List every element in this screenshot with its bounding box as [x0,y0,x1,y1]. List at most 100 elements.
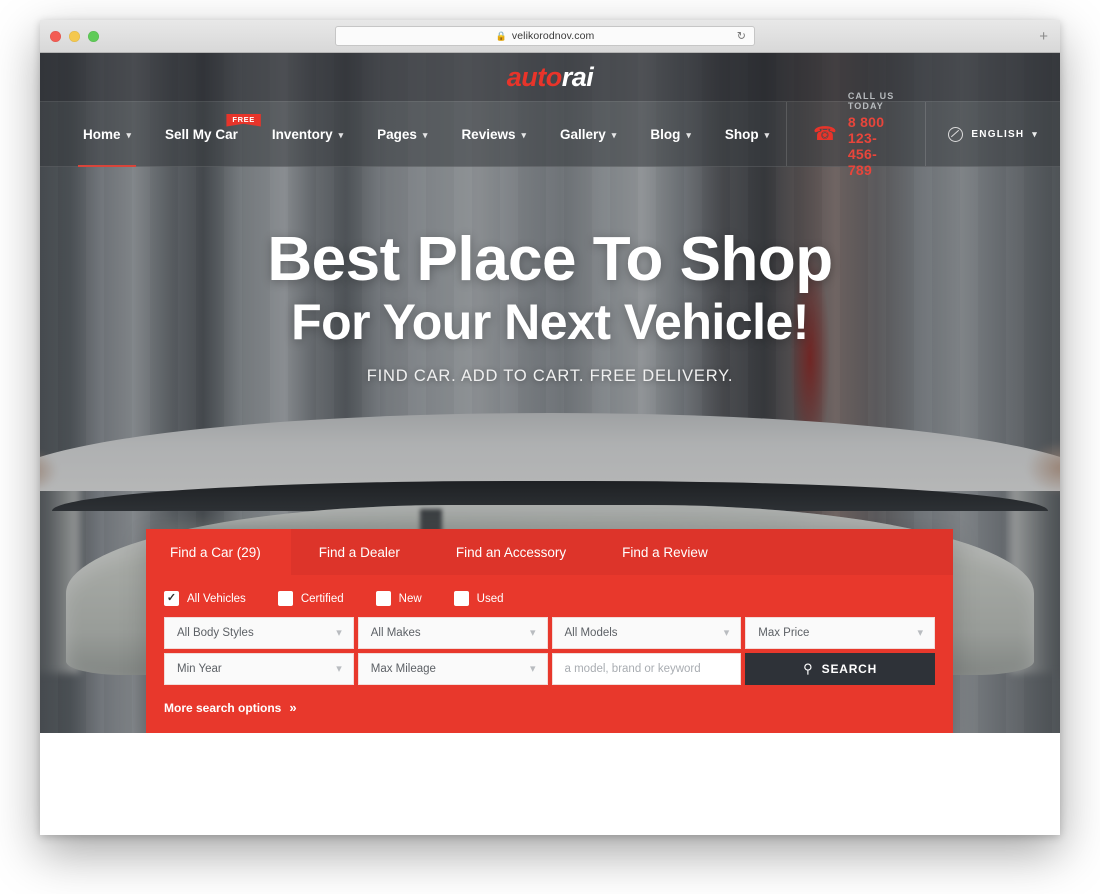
nav-item-inventory[interactable]: Inventory ▾ [255,101,360,167]
keyword-search-input[interactable]: a model, brand or keyword [551,653,742,685]
select-make[interactable]: All Makes ▾ [357,617,548,649]
browser-titlebar: 🔒 velikorodnov.com ↻ + [40,20,1060,53]
nav-item-label: Home [83,126,121,142]
chevron-down-icon: ▾ [336,626,342,639]
check-icon: ✓ [166,592,177,604]
nav-item-label: Blog [650,126,681,142]
address-bar[interactable]: 🔒 velikorodnov.com ↻ [335,26,755,46]
select-max-price[interactable]: Max Price ▾ [745,617,935,649]
select-body-style[interactable]: All Body Styles ▾ [164,617,354,649]
nav-item-label: Gallery [560,126,606,142]
hero-section: autorai Home ▾ Sell My Car FREE Inventor… [40,53,1060,733]
vehicle-search-panel: Find a Car (29) Find a Dealer Find an Ac… [146,529,953,733]
select-max-mileage[interactable]: Max Mileage ▾ [357,653,548,685]
nav-item-label: Inventory [271,126,333,142]
checkbox-box[interactable]: ✓ [164,591,179,606]
welcome-heading: Welcome to [146,833,325,835]
new-tab-button[interactable]: + [1039,29,1048,44]
checkbox-label: New [398,592,422,605]
page-viewport: autorai Home ▾ Sell My Car FREE Inventor… [40,53,1060,835]
chevron-down-icon: ▾ [336,662,342,675]
globe-icon [948,126,964,142]
chevron-down-icon: ▾ [1032,128,1038,139]
call-us-label: CALL US TODAY [847,90,895,111]
nav-item-sell-my-car[interactable]: Sell My Car FREE [148,101,261,167]
search-panel-tabs: Find a Car (29) Find a Dealer Find an Ac… [146,529,953,575]
chevron-down-icon: ▾ [611,129,617,140]
select-value: Max Price [758,627,810,639]
phone-icon: ☎ [813,123,837,145]
lock-icon: 🔒 [495,30,507,41]
search-button-label: SEARCH [821,662,878,676]
url-text: velikorodnov.com [511,30,595,42]
logo-text-secondary: rai [561,61,594,92]
language-label: ENGLISH [971,128,1025,140]
hero-text-block: Best Place To Shop For Your Next Vehicle… [40,229,1060,386]
nav-links: Home ▾ Sell My Car FREE Inventory ▾ Page… [40,101,786,167]
chevron-down-icon: ▾ [422,129,428,140]
tab-find-an-accessory[interactable]: Find an Accessory [428,529,594,575]
chevron-down-icon: ▾ [723,626,730,639]
chevron-down-icon: ▾ [529,626,536,639]
search-icon: ⚲ [803,660,813,676]
window-controls [50,30,99,42]
nav-item-home[interactable]: Home ▾ [66,101,148,167]
tab-find-a-dealer[interactable]: Find a Dealer [291,529,428,575]
chevron-down-icon: ▾ [529,662,536,675]
select-value: Max Mileage [370,663,436,675]
checkbox-certified[interactable]: Certified [277,591,344,606]
logo-text-primary: auto [506,61,563,92]
more-search-options-link[interactable]: More search options » [164,700,297,715]
nav-item-shop[interactable]: Shop ▾ [708,101,786,167]
nav-item-pages[interactable]: Pages ▾ [360,101,444,167]
select-value: All Body Styles [177,627,254,639]
checkbox-box[interactable] [277,591,293,606]
hero-title-line-1: Best Place To Shop [267,225,833,294]
welcome-section: Welcome to [40,733,1060,835]
double-chevron-right-icon: » [289,700,297,715]
nav-item-label: Pages [377,126,417,142]
reload-icon[interactable]: ↻ [737,30,746,43]
checkbox-all-vehicles[interactable]: ✓ All Vehicles [164,591,246,606]
minimize-window-button[interactable] [69,30,80,42]
select-min-year[interactable]: Min Year ▾ [164,653,354,685]
search-fields-grid: All Body Styles ▾ All Makes ▾ All Models… [164,617,935,685]
checkbox-box[interactable] [453,591,469,606]
tab-find-a-car[interactable]: Find a Car (29) [146,529,291,575]
close-window-button[interactable] [50,30,61,42]
maximize-window-button[interactable] [88,30,99,42]
logo-bar: autorai [40,53,1060,101]
checkbox-label: All Vehicles [187,592,246,605]
chevron-down-icon: ▾ [521,129,527,140]
vehicle-condition-filters: ✓ All Vehicles Certified New Used [164,591,935,606]
search-button[interactable]: ⚲ SEARCH [745,653,935,685]
nav-item-gallery[interactable]: Gallery ▾ [543,101,633,167]
hero-title-line-2: For Your Next Vehicle! [291,294,809,350]
main-navigation: Home ▾ Sell My Car FREE Inventory ▾ Page… [40,91,1060,178]
select-model[interactable]: All Models ▾ [551,617,742,649]
language-selector[interactable]: ENGLISH ▾ [926,102,1060,166]
select-value: Min Year [177,663,222,675]
chevron-down-icon: ▾ [126,129,132,140]
site-header: autorai Home ▾ Sell My Car FREE Inventor… [40,53,1060,178]
more-search-options-label: More search options [164,700,282,715]
checkbox-used[interactable]: Used [453,591,504,606]
tab-find-a-review[interactable]: Find a Review [594,529,736,575]
search-panel-body: ✓ All Vehicles Certified New Used All Bo… [146,575,953,733]
nav-item-reviews[interactable]: Reviews ▾ [444,101,543,167]
hero-subtitle: FIND CAR. ADD TO CART. FREE DELIVERY. [366,367,734,385]
call-us-block[interactable]: ☎ CALL US TODAY 8 800 123-456-789 [786,91,927,178]
keyword-placeholder: a model, brand or keyword [564,663,701,675]
browser-window: 🔒 velikorodnov.com ↻ + autorai Home ▾ Se… [40,20,1060,835]
chevron-down-icon: ▾ [764,129,770,140]
chevron-down-icon: ▾ [917,626,923,639]
checkbox-label: Certified [300,592,344,605]
nav-item-blog[interactable]: Blog ▾ [633,101,708,167]
nav-item-label: Sell My Car [165,126,238,142]
checkbox-new[interactable]: New [375,591,422,606]
site-logo[interactable]: autorai [507,62,594,93]
chevron-down-icon: ▾ [686,129,691,140]
phone-number: 8 800 123-456-789 [847,113,885,178]
checkbox-box[interactable] [375,591,391,606]
nav-item-label: Shop [724,126,759,142]
